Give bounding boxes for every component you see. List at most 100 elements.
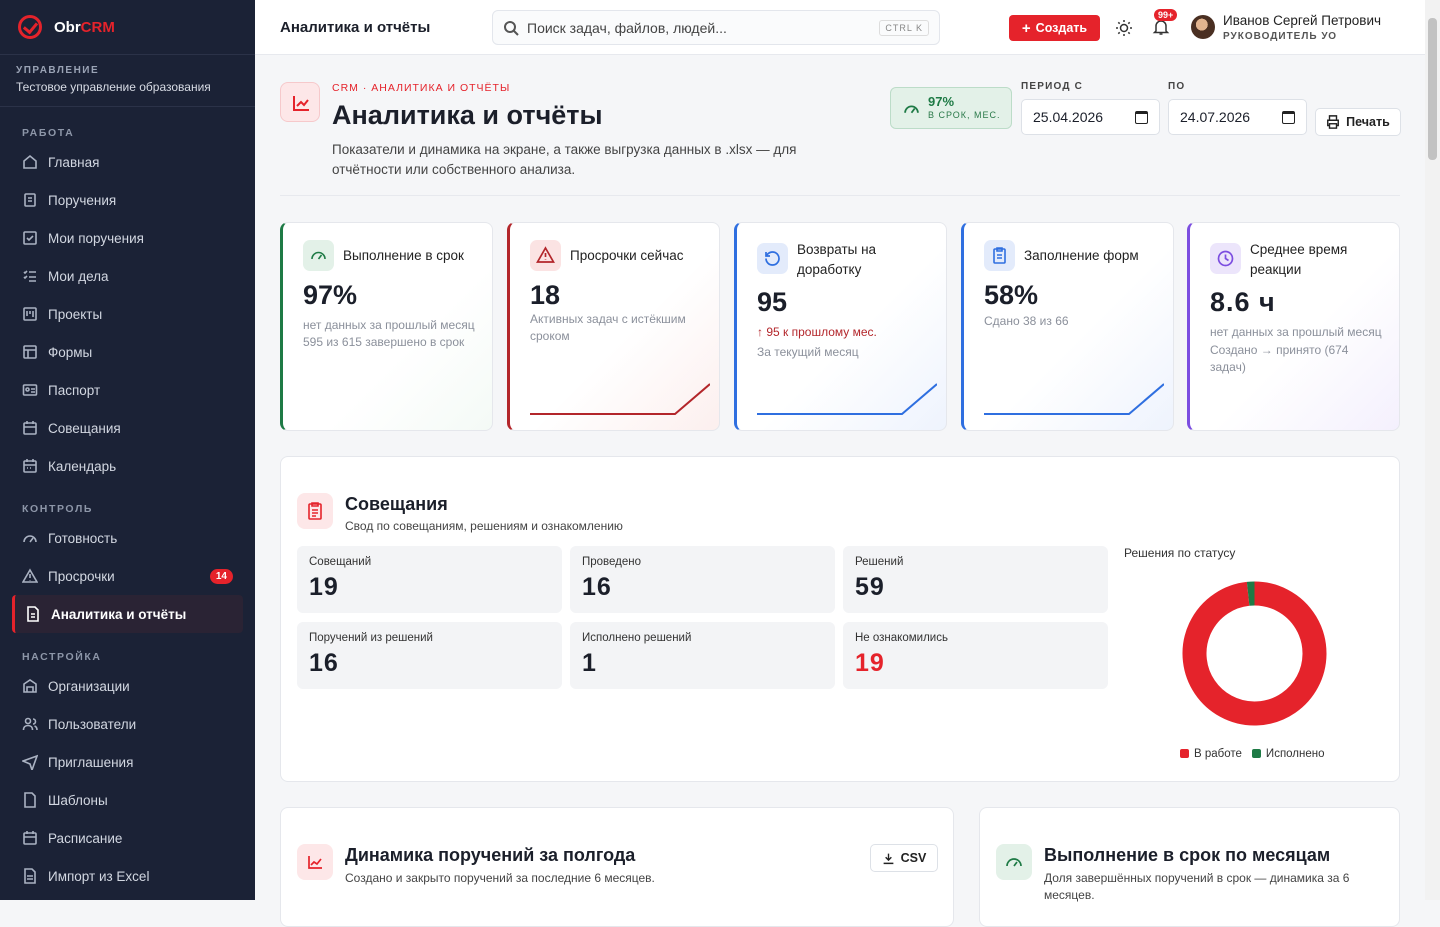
on-time-pill-label: В СРОК, МЕС. <box>928 110 1001 120</box>
csv-export-button[interactable]: CSV <box>870 844 938 872</box>
calendar-icon[interactable] <box>1282 111 1295 124</box>
kpi-subtext: нет данных за прошлый месяц <box>1210 324 1395 341</box>
create-button[interactable]: +Создать <box>1009 15 1100 41</box>
kpi-card-on-time[interactable]: Выполнение в срок 97% нет данных за прош… <box>280 222 493 431</box>
building-icon <box>22 678 38 694</box>
kpi-value: 58% <box>984 280 1038 311</box>
logo-check-icon <box>18 15 42 39</box>
donut-legend: В работе Исполнено <box>1180 748 1325 760</box>
kpi-value: 18 <box>530 280 560 311</box>
calendar-days-icon <box>22 458 38 474</box>
sidebar-item-templates[interactable]: Шаблоны <box>0 781 255 819</box>
on-time-by-month-panel: Выполнение в срок по месяцам Доля заверш… <box>979 807 1400 927</box>
kpi-subtext: Сдано 38 из 66 <box>984 313 1169 330</box>
sidebar-item-my-assignments[interactable]: Мои поручения <box>0 219 255 257</box>
kanban-icon <box>22 306 38 322</box>
panel-subtitle: Доля завершённых поручений в срок — дина… <box>1044 870 1374 904</box>
gauge-icon <box>22 530 38 546</box>
sidebar-item-import-excel[interactable]: Импорт из Excel <box>0 857 255 895</box>
topbar: Аналитика и отчёты CTRL K +Создать 99+ И… <box>255 0 1425 55</box>
plus-icon: + <box>1022 20 1031 37</box>
form-icon <box>22 344 38 360</box>
scrollbar-thumb[interactable] <box>1428 18 1437 160</box>
search-icon <box>503 20 519 36</box>
meetings-section: Совещания Свод по совещаниям, решениям и… <box>280 456 1400 782</box>
sidebar-item-passport[interactable]: Паспорт <box>0 371 255 409</box>
sidebar-item-my-tasks[interactable]: Мои дела <box>0 257 255 295</box>
kpi-subtext-2: 595 из 615 завершено в срок <box>303 334 488 351</box>
sidebar-item-assignments[interactable]: Поручения <box>0 181 255 219</box>
sidebar-item-meetings[interactable]: Совещания <box>0 409 255 447</box>
search-input[interactable] <box>527 20 857 36</box>
stat-not-acknowledged: Не ознакомились19 <box>843 622 1108 689</box>
kpi-card-reaction-time[interactable]: Среднее время реакции 8.6 ч нет данных з… <box>1187 222 1400 431</box>
sidebar-item-invitations[interactable]: Приглашения <box>0 743 255 781</box>
sidebar-item-forms[interactable]: Формы <box>0 333 255 371</box>
chart-line-icon <box>297 844 333 880</box>
meetings-title: Совещания <box>345 494 448 515</box>
sidebar-item-home[interactable]: Главная <box>0 143 255 181</box>
on-time-pill-value: 97% <box>928 94 954 109</box>
chart-line-icon <box>280 82 320 122</box>
sidebar-item-projects[interactable]: Проекты <box>0 295 255 333</box>
print-button[interactable]: Печать <box>1315 108 1401 136</box>
sidebar-item-organizations[interactable]: Организации <box>0 667 255 705</box>
kpi-trend: ↑ 95 к прошлому мес. <box>757 324 942 341</box>
sidebar-item-overdue[interactable]: Просрочки14 <box>0 557 255 595</box>
clipboard-list-icon <box>297 493 333 529</box>
avatar[interactable] <box>1191 15 1215 39</box>
kpi-card-overdue[interactable]: Просрочки сейчас 18 Активных задач с ист… <box>507 222 720 431</box>
stat-decisions: Решений59 <box>843 546 1108 613</box>
panel-title: Динамика поручений за полгода <box>345 845 635 866</box>
logo[interactable]: ObrCRM <box>0 0 255 55</box>
id-card-icon <box>22 382 38 398</box>
notification-badge: 99+ <box>1154 9 1177 21</box>
calendar-icon <box>22 420 38 436</box>
decisions-donut-chart[interactable] <box>1182 581 1327 726</box>
sidebar-item-analytics[interactable]: Аналитика и отчёты <box>12 595 243 633</box>
printer-icon <box>1326 115 1340 129</box>
search-shortcut: CTRL K <box>879 20 929 36</box>
legend-item-in-progress[interactable]: В работе <box>1180 748 1242 760</box>
on-time-pill: 97% В СРОК, МЕС. <box>890 87 1012 129</box>
user-name[interactable]: Иванов Сергей Петрович <box>1223 13 1381 28</box>
kpi-title: Просрочки сейчас <box>570 246 710 266</box>
scrollbar[interactable] <box>1425 0 1440 900</box>
stat-meetings: Совещаний19 <box>297 546 562 613</box>
sidebar-item-schedule[interactable]: Расписание <box>0 819 255 857</box>
warning-icon <box>22 568 38 584</box>
sparkline <box>984 382 1164 418</box>
kpi-card-returns[interactable]: Возвраты на доработку 95 ↑ 95 к прошлому… <box>734 222 947 431</box>
breadcrumb: CRM · АНАЛИТИКА И ОТЧЁТЫ <box>332 82 510 94</box>
stat-assignments-from-decisions: Поручений из решений16 <box>297 622 562 689</box>
org-name: Тестовое управление образования <box>16 80 239 94</box>
sidebar-item-readiness[interactable]: Готовность <box>0 519 255 557</box>
download-icon <box>882 852 895 865</box>
section-control: КОНТРОЛЬ <box>0 489 255 519</box>
list-check-icon <box>22 268 38 284</box>
calendar-clock-icon <box>22 830 38 846</box>
kpi-value: 95 <box>757 287 787 318</box>
gauge-icon <box>996 844 1032 880</box>
home-icon <box>22 154 38 170</box>
section-settings: НАСТРОЙКА <box>0 637 255 667</box>
org-block[interactable]: УПРАВЛЕНИЕ Тестовое управление образован… <box>0 55 255 107</box>
users-icon <box>22 716 38 732</box>
sidebar-item-calendar[interactable]: Календарь <box>0 447 255 485</box>
legend-item-done[interactable]: Исполнено <box>1252 748 1325 760</box>
sidebar-item-users[interactable]: Пользователи <box>0 705 255 743</box>
send-icon <box>22 754 38 770</box>
document-icon <box>22 792 38 808</box>
kpi-title: Среднее время реакции <box>1250 240 1390 280</box>
theme-toggle-sun-icon[interactable] <box>1115 19 1133 37</box>
search-box[interactable]: CTRL K <box>492 10 940 45</box>
calendar-icon[interactable] <box>1135 111 1148 124</box>
donut-slice-0[interactable] <box>1195 594 1315 714</box>
kpi-subtext-2: Создано → принято (674 задач) <box>1210 342 1385 376</box>
app-name: ObrCRM <box>54 19 115 36</box>
kpi-subtext: За текущий месяц <box>757 344 942 361</box>
period-from-input[interactable]: 25.04.2026 <box>1021 99 1160 135</box>
kpi-card-forms[interactable]: Заполнение форм 58% Сдано 38 из 66 <box>961 222 1174 431</box>
period-to-input[interactable]: 24.07.2026 <box>1168 99 1307 135</box>
gauge-icon <box>303 240 334 271</box>
